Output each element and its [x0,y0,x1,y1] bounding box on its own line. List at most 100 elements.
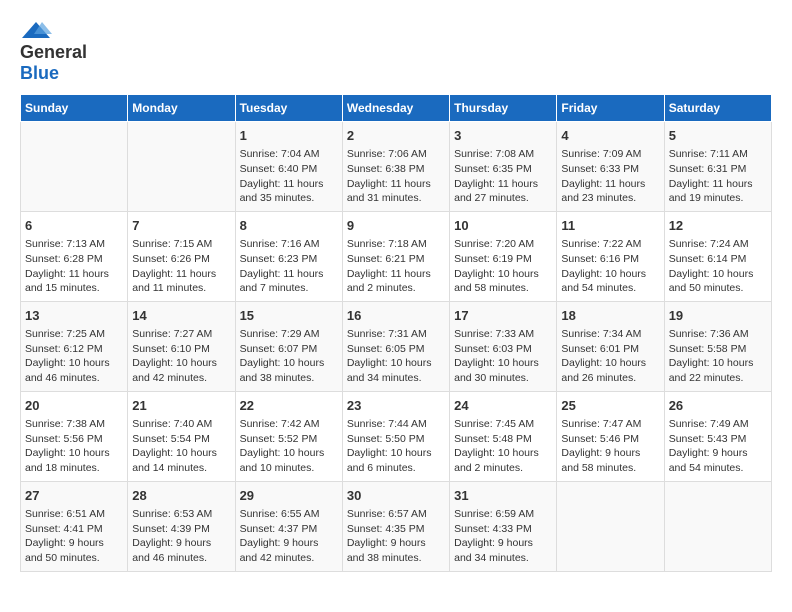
day-number: 23 [347,397,445,415]
day-info: Sunrise: 6:53 AMSunset: 4:39 PMDaylight:… [132,507,230,566]
day-info: Sunrise: 6:55 AMSunset: 4:37 PMDaylight:… [240,507,338,566]
day-number: 18 [561,307,659,325]
day-number: 19 [669,307,767,325]
day-info: Sunrise: 7:16 AMSunset: 6:23 PMDaylight:… [240,237,338,296]
calendar-cell: 14 Sunrise: 7:27 AMSunset: 6:10 PMDayligh… [128,301,235,391]
day-number: 9 [347,217,445,235]
calendar-week-row: 6 Sunrise: 7:13 AMSunset: 6:28 PMDaylight… [21,211,772,301]
weekday-header: Friday [557,95,664,122]
day-info: Sunrise: 7:47 AMSunset: 5:46 PMDaylight:… [561,417,659,476]
calendar-cell: 17 Sunrise: 7:33 AMSunset: 6:03 PMDayligh… [450,301,557,391]
day-info: Sunrise: 7:33 AMSunset: 6:03 PMDaylight:… [454,327,552,386]
calendar-cell: 21Sunrise: 7:40 AMSunset: 5:54 PMDayligh… [128,391,235,481]
day-info: Sunrise: 7:27 AMSunset: 6:10 PMDaylight:… [132,327,230,386]
calendar-cell: 27 Sunrise: 6:51 AMSunset: 4:41 PMDayligh… [21,481,128,571]
day-info: Sunrise: 7:49 AMSunset: 5:43 PMDaylight:… [669,417,767,476]
logo-blue: Blue [20,63,59,83]
logo: General Blue [20,20,87,84]
day-number: 5 [669,127,767,145]
calendar-cell: 16 Sunrise: 7:31 AMSunset: 6:05 PMDayligh… [342,301,449,391]
day-info: Sunrise: 7:44 AMSunset: 5:50 PMDaylight:… [347,417,445,476]
calendar-cell: 24 Sunrise: 7:45 AMSunset: 5:48 PMDayligh… [450,391,557,481]
calendar-cell: 2 Sunrise: 7:06 AMSunset: 6:38 PMDaylight… [342,122,449,212]
calendar-cell: 29Sunrise: 6:55 AMSunset: 4:37 PMDayligh… [235,481,342,571]
day-info: Sunrise: 7:40 AMSunset: 5:54 PMDaylight:… [132,417,230,476]
calendar-cell: 30 Sunrise: 6:57 AMSunset: 4:35 PMDayligh… [342,481,449,571]
day-number: 17 [454,307,552,325]
day-number: 31 [454,487,552,505]
day-info: Sunrise: 7:18 AMSunset: 6:21 PMDaylight:… [347,237,445,296]
weekday-header: Monday [128,95,235,122]
weekday-header: Thursday [450,95,557,122]
calendar-cell: 19 Sunrise: 7:36 AMSunset: 5:58 PMDayligh… [664,301,771,391]
day-info: Sunrise: 7:04 AMSunset: 6:40 PMDaylight:… [240,147,338,206]
day-info: Sunrise: 6:51 AMSunset: 4:41 PMDaylight:… [25,507,123,566]
day-number: 14 [132,307,230,325]
day-number: 6 [25,217,123,235]
calendar-cell: 6 Sunrise: 7:13 AMSunset: 6:28 PMDaylight… [21,211,128,301]
day-info: Sunrise: 7:36 AMSunset: 5:58 PMDaylight:… [669,327,767,386]
day-number: 30 [347,487,445,505]
calendar-cell: 8Sunrise: 7:16 AMSunset: 6:23 PMDaylight… [235,211,342,301]
page-header: General Blue [20,20,772,84]
calendar-cell: 3 Sunrise: 7:08 AMSunset: 6:35 PMDaylight… [450,122,557,212]
day-info: Sunrise: 7:29 AMSunset: 6:07 PMDaylight:… [240,327,338,386]
calendar-week-row: 1 Sunrise: 7:04 AMSunset: 6:40 PMDaylight… [21,122,772,212]
day-number: 13 [25,307,123,325]
calendar-cell [21,122,128,212]
day-info: Sunrise: 7:20 AMSunset: 6:19 PMDaylight:… [454,237,552,296]
day-number: 3 [454,127,552,145]
day-number: 16 [347,307,445,325]
day-number: 7 [132,217,230,235]
calendar-cell: 22 Sunrise: 7:42 AMSunset: 5:52 PMDayligh… [235,391,342,481]
day-info: Sunrise: 7:11 AMSunset: 6:31 PMDaylight:… [669,147,767,206]
calendar-cell: 12 Sunrise: 7:24 AMSunset: 6:14 PMDayligh… [664,211,771,301]
calendar-week-row: 13 Sunrise: 7:25 AMSunset: 6:12 PMDayligh… [21,301,772,391]
calendar-cell: 11 Sunrise: 7:22 AMSunset: 6:16 PMDayligh… [557,211,664,301]
day-info: Sunrise: 7:38 AMSunset: 5:56 PMDaylight:… [25,417,123,476]
day-number: 24 [454,397,552,415]
day-info: Sunrise: 7:09 AMSunset: 6:33 PMDaylight:… [561,147,659,206]
calendar-cell: 25 Sunrise: 7:47 AMSunset: 5:46 PMDayligh… [557,391,664,481]
day-number: 25 [561,397,659,415]
logo-icon [20,20,52,42]
calendar-table: SundayMondayTuesdayWednesdayThursdayFrid… [20,94,772,572]
day-number: 27 [25,487,123,505]
calendar-cell: 10 Sunrise: 7:20 AMSunset: 6:19 PMDayligh… [450,211,557,301]
day-info: Sunrise: 7:22 AMSunset: 6:16 PMDaylight:… [561,237,659,296]
day-number: 22 [240,397,338,415]
calendar-cell: 28 Sunrise: 6:53 AMSunset: 4:39 PMDayligh… [128,481,235,571]
day-info: Sunrise: 7:31 AMSunset: 6:05 PMDaylight:… [347,327,445,386]
day-info: Sunrise: 7:15 AMSunset: 6:26 PMDaylight:… [132,237,230,296]
day-info: Sunrise: 7:25 AMSunset: 6:12 PMDaylight:… [25,327,123,386]
day-number: 2 [347,127,445,145]
day-info: Sunrise: 7:42 AMSunset: 5:52 PMDaylight:… [240,417,338,476]
calendar-cell: 5 Sunrise: 7:11 AMSunset: 6:31 PMDaylight… [664,122,771,212]
day-number: 1 [240,127,338,145]
calendar-cell: 18 Sunrise: 7:34 AMSunset: 6:01 PMDayligh… [557,301,664,391]
day-number: 28 [132,487,230,505]
day-info: Sunrise: 7:45 AMSunset: 5:48 PMDaylight:… [454,417,552,476]
calendar-cell [664,481,771,571]
day-info: Sunrise: 7:06 AMSunset: 6:38 PMDaylight:… [347,147,445,206]
day-info: Sunrise: 7:24 AMSunset: 6:14 PMDaylight:… [669,237,767,296]
day-info: Sunrise: 7:13 AMSunset: 6:28 PMDaylight:… [25,237,123,296]
weekday-header: Sunday [21,95,128,122]
weekday-header: Saturday [664,95,771,122]
day-number: 26 [669,397,767,415]
calendar-cell [557,481,664,571]
day-number: 12 [669,217,767,235]
day-info: Sunrise: 6:57 AMSunset: 4:35 PMDaylight:… [347,507,445,566]
day-info: Sunrise: 7:08 AMSunset: 6:35 PMDaylight:… [454,147,552,206]
day-number: 11 [561,217,659,235]
logo-general: General [20,42,87,62]
day-number: 4 [561,127,659,145]
day-number: 20 [25,397,123,415]
day-number: 15 [240,307,338,325]
calendar-week-row: 27 Sunrise: 6:51 AMSunset: 4:41 PMDayligh… [21,481,772,571]
day-number: 10 [454,217,552,235]
calendar-cell: 9 Sunrise: 7:18 AMSunset: 6:21 PMDaylight… [342,211,449,301]
calendar-cell: 15 Sunrise: 7:29 AMSunset: 6:07 PMDayligh… [235,301,342,391]
day-info: Sunrise: 7:34 AMSunset: 6:01 PMDaylight:… [561,327,659,386]
calendar-cell: 31Sunrise: 6:59 AMSunset: 4:33 PMDayligh… [450,481,557,571]
